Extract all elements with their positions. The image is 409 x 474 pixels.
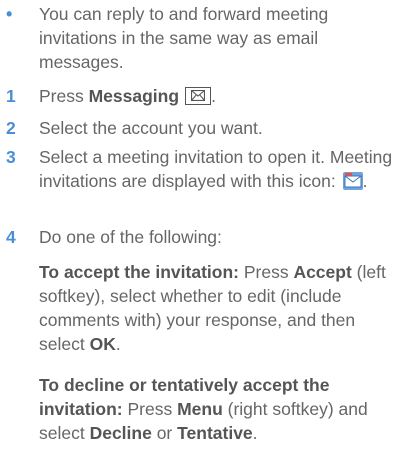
step-number: 2: [6, 118, 16, 138]
step-1: 1 Press Messaging.: [6, 84, 403, 108]
step-number: 1: [6, 86, 16, 106]
bullet-marker: •: [6, 4, 13, 24]
step-text: Select the account you want.: [39, 118, 263, 138]
bullet-item: • You can reply to and forward meeting i…: [6, 2, 403, 74]
bullet-text: You can reply to and forward meeting inv…: [39, 4, 329, 72]
accept-instruction: To accept the invitation: Press Accept (…: [39, 262, 386, 354]
step-4: 4 Do one of the following:: [6, 225, 403, 249]
meeting-invitation-icon: [342, 172, 363, 190]
step-text: Do one of the following:: [39, 227, 222, 247]
step-number: 3: [6, 147, 16, 167]
page: • You can reply to and forward meeting i…: [0, 0, 409, 474]
step-3: 3 Select a meeting invitation to open it…: [6, 145, 403, 193]
accept-lead: To accept the invitation:: [39, 262, 239, 282]
step-text: Select a meeting invitation to open it. …: [39, 147, 393, 191]
step-text: Press Messaging.: [39, 86, 216, 106]
decline-instruction: To decline or tentatively accept the inv…: [39, 375, 368, 443]
envelope-icon: [185, 87, 212, 105]
step-number: 4: [6, 227, 16, 247]
step-2: 2 Select the account you want.: [6, 116, 403, 140]
